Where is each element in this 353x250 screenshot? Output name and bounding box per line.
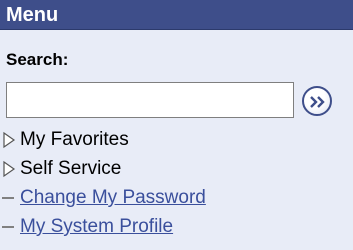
expand-triangle-icon — [3, 131, 16, 149]
menu-item-label: My Favorites — [20, 129, 129, 150]
menu-item-change-my-password: Change My Password — [0, 185, 353, 211]
double-chevron-right-icon — [310, 96, 325, 108]
menu-item-my-favorites[interactable]: My Favorites — [0, 127, 353, 153]
menu-item-my-system-profile: My System Profile — [0, 214, 353, 240]
menu-header: Menu — [0, 0, 353, 30]
my-system-profile-link[interactable]: My System Profile — [20, 216, 173, 238]
dash-icon — [2, 197, 14, 199]
search-label: Search: — [6, 50, 69, 69]
menu-panel: Menu Search: My Favorites Self Service C… — [0, 0, 353, 250]
search-input[interactable] — [6, 82, 294, 118]
menu-item-label: Self Service — [20, 158, 122, 179]
menu-item-self-service[interactable]: Self Service — [0, 156, 353, 182]
menu-title: Menu — [6, 4, 59, 26]
change-my-password-link[interactable]: Change My Password — [20, 187, 206, 209]
expand-triangle-icon — [3, 160, 16, 178]
dash-icon — [2, 226, 14, 228]
search-go-button[interactable] — [302, 86, 332, 116]
